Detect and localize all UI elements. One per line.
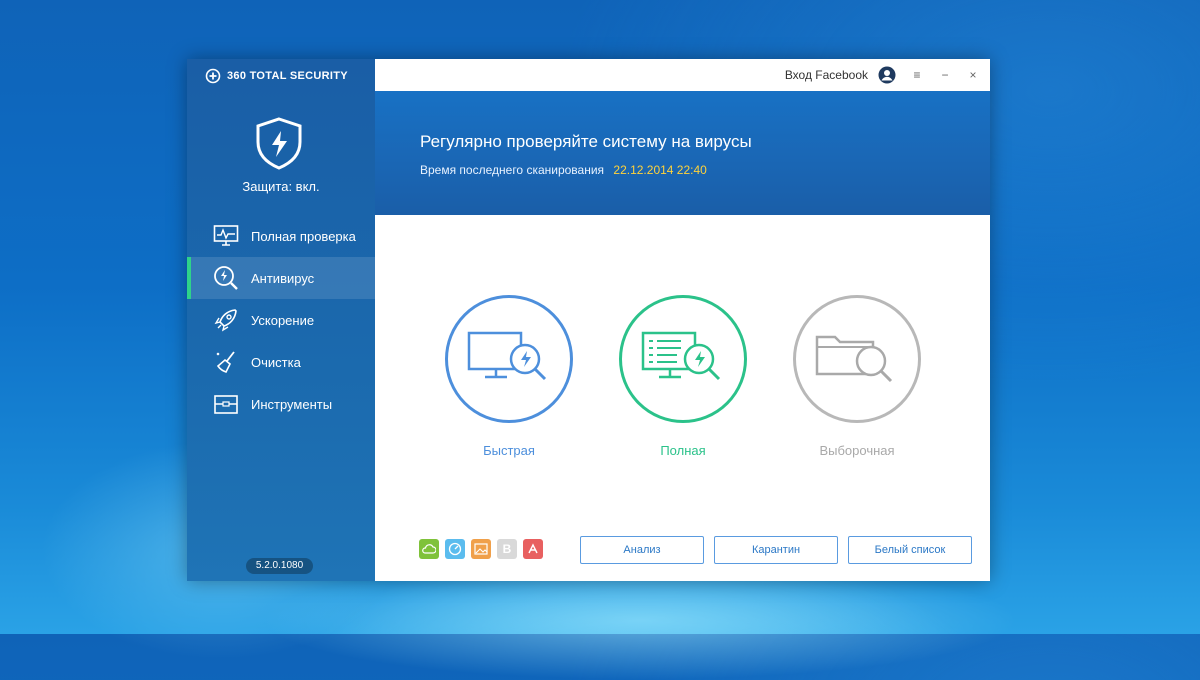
sidebar-item-label: Ускорение bbox=[251, 312, 315, 328]
image-icon[interactable] bbox=[471, 539, 491, 559]
monitor-pulse-icon bbox=[213, 223, 239, 249]
folder-scan-icon bbox=[815, 335, 893, 383]
sidebar-item-label: Антивирус bbox=[251, 270, 315, 286]
plus-circle-icon bbox=[205, 68, 221, 84]
cloud-icon[interactable] bbox=[419, 539, 439, 559]
list-scan-icon bbox=[641, 331, 721, 381]
close-button[interactable]: × bbox=[966, 68, 980, 82]
main-panel: Вход Facebook ≡ − × Регулярно проверяйте… bbox=[375, 59, 990, 581]
facebook-login-label: Вход Facebook bbox=[784, 68, 868, 82]
brand-name: 360 TOTAL SECURITY bbox=[227, 70, 348, 82]
broom-icon bbox=[213, 349, 239, 375]
full-scan-button[interactable]: Полная bbox=[619, 295, 747, 458]
sidebar-item-label: Инструменты bbox=[251, 396, 333, 412]
monitor-scan-icon bbox=[467, 331, 547, 381]
sidebar-item-label: Полная проверка bbox=[251, 228, 356, 244]
full-scan-label: Полная bbox=[660, 443, 706, 458]
last-scan-label: Время последнего сканирования bbox=[420, 163, 605, 177]
menu-button[interactable]: ≡ bbox=[910, 68, 924, 82]
analyze-button[interactable]: Анализ bbox=[580, 536, 704, 564]
shield-bolt-icon bbox=[256, 117, 302, 170]
rocket-icon bbox=[213, 307, 239, 333]
hero-title: Регулярно проверяйте систему на вирусы bbox=[420, 132, 752, 151]
quarantine-button[interactable]: Карантин bbox=[714, 536, 838, 564]
sidebar-item-full-check[interactable]: Полная проверка bbox=[187, 215, 375, 257]
avira-icon[interactable] bbox=[523, 539, 543, 559]
sidebar-item-label: Очистка bbox=[251, 354, 301, 370]
quick-scan-label: Быстрая bbox=[483, 443, 535, 458]
quick-scan-ring bbox=[445, 295, 573, 423]
app-window: 360 TOTAL SECURITY Защита: вкл. Полная п… bbox=[187, 59, 990, 581]
b-engine-icon[interactable]: B bbox=[497, 539, 517, 559]
brand-logo: 360 TOTAL SECURITY bbox=[205, 68, 348, 84]
facebook-login[interactable]: Вход Facebook bbox=[785, 66, 896, 84]
title-bar: Вход Facebook ≡ − × bbox=[375, 59, 990, 91]
protection-status: Защита: вкл. bbox=[242, 179, 320, 194]
scan-content: Быстрая Полная Выборочная B Анализ Каран… bbox=[375, 215, 990, 581]
last-scan-date: 22.12.2014 22:40 bbox=[613, 163, 707, 177]
magnifier-bolt-icon bbox=[213, 265, 239, 291]
custom-scan-ring bbox=[793, 295, 921, 423]
sidebar-item-cleanup[interactable]: Очистка bbox=[187, 341, 375, 383]
sidebar-item-tools[interactable]: Инструменты bbox=[187, 383, 375, 425]
hero-banner: Регулярно проверяйте систему на вирусы В… bbox=[375, 91, 990, 215]
toolbox-icon bbox=[213, 391, 239, 417]
sidebar-item-antivirus[interactable]: Антивирус bbox=[187, 257, 375, 299]
full-scan-ring bbox=[619, 295, 747, 423]
quick-scan-button[interactable]: Быстрая bbox=[445, 295, 573, 458]
whitelist-button[interactable]: Белый список bbox=[848, 536, 972, 564]
last-scan-info: Время последнего сканирования 22.12.2014… bbox=[420, 163, 707, 177]
user-avatar-icon bbox=[878, 66, 896, 84]
sidebar: 360 TOTAL SECURITY Защита: вкл. Полная п… bbox=[187, 59, 375, 581]
custom-scan-label: Выборочная bbox=[819, 443, 895, 458]
sidebar-item-speedup[interactable]: Ускорение bbox=[187, 299, 375, 341]
engine-toolbar: B bbox=[419, 539, 543, 559]
minimize-button[interactable]: − bbox=[938, 68, 952, 82]
custom-scan-button[interactable]: Выборочная bbox=[793, 295, 921, 458]
sidebar-nav: Полная проверка Антивирус Ускорение Очис… bbox=[187, 215, 375, 425]
version-badge: 5.2.0.1080 bbox=[246, 558, 313, 574]
gauge-icon[interactable] bbox=[445, 539, 465, 559]
